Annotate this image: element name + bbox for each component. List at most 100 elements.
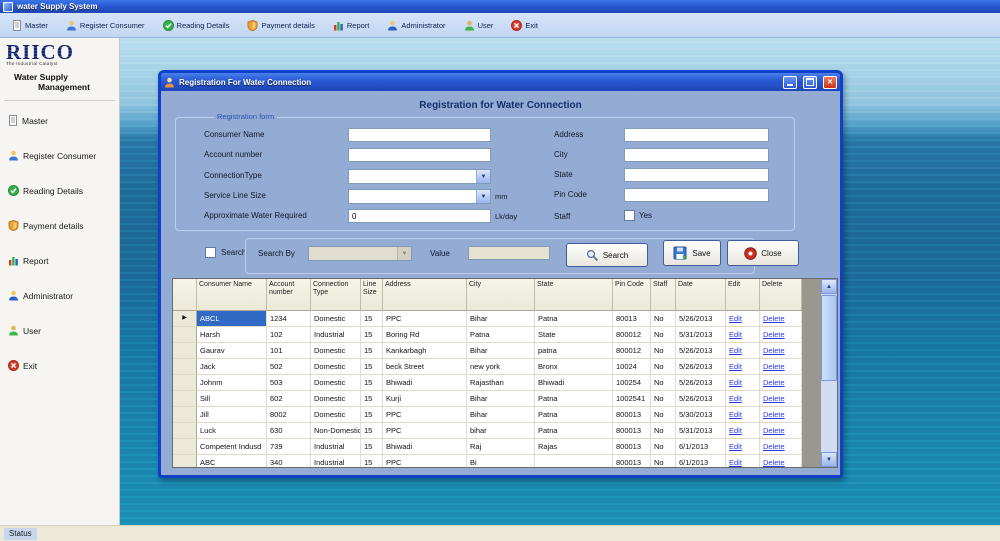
cell-consumer-name[interactable]: Johnm — [197, 375, 267, 391]
sidebar-item-register-consumer[interactable]: Register Consumer — [8, 150, 119, 161]
cell-address[interactable]: Bhiwadi — [383, 439, 467, 455]
cell-staff[interactable]: No — [651, 391, 676, 407]
row-selector[interactable] — [173, 359, 197, 375]
cell-pin-code[interactable]: 800013 — [613, 407, 651, 423]
menu-item-master[interactable]: Master — [6, 18, 54, 33]
cell-address[interactable]: PPC — [383, 423, 467, 439]
column-header-delete[interactable]: Delete — [760, 279, 802, 311]
column-header-address[interactable]: Address — [383, 279, 467, 311]
menu-item-exit[interactable]: Exit — [505, 18, 544, 33]
cell-account-number[interactable]: 739 — [267, 439, 311, 455]
cell-line-size[interactable]: 15 — [361, 359, 383, 375]
cell-staff[interactable]: No — [651, 455, 676, 468]
cell-pin-code[interactable]: 10024 — [613, 359, 651, 375]
cell-pin-code[interactable]: 800013 — [613, 423, 651, 439]
delete-link[interactable]: Delete — [760, 359, 802, 375]
column-header-line-size[interactable]: Line Size — [361, 279, 383, 311]
cell-consumer-name[interactable]: Sill — [197, 391, 267, 407]
cell-address[interactable]: beck Street — [383, 359, 467, 375]
delete-link[interactable]: Delete — [760, 375, 802, 391]
cell-consumer-name[interactable]: Gaurav — [197, 343, 267, 359]
cell-city[interactable]: Bihar — [467, 311, 535, 327]
scroll-up-icon[interactable]: ▲ — [821, 279, 837, 294]
cell-address[interactable]: PPC — [383, 407, 467, 423]
cell-line-size[interactable]: 15 — [361, 455, 383, 468]
cell-connection-type[interactable]: Non-Domestic — [311, 423, 361, 439]
cell-date[interactable]: 5/26/2013 — [676, 375, 726, 391]
sidebar-item-administrator[interactable]: Administrator — [8, 290, 119, 301]
cell-staff[interactable]: No — [651, 439, 676, 455]
sidebar-item-master[interactable]: Master — [8, 115, 119, 126]
cell-city[interactable]: Raj — [467, 439, 535, 455]
sidebar-item-payment-details[interactable]: Payment details — [8, 220, 119, 231]
cell-city[interactable]: Bi — [467, 455, 535, 468]
search-checkbox[interactable] — [205, 247, 216, 258]
sidebar-item-user[interactable]: User — [8, 325, 119, 336]
cell-state[interactable]: Bhiwadi — [535, 375, 613, 391]
edit-link[interactable]: Edit — [726, 327, 760, 343]
row-selector[interactable] — [173, 423, 197, 439]
cell-consumer-name[interactable]: Competent Indusd — [197, 439, 267, 455]
scroll-down-icon[interactable]: ▼ — [821, 452, 837, 467]
cell-connection-type[interactable]: Domestic — [311, 407, 361, 423]
cell-state[interactable]: patna — [535, 343, 613, 359]
column-header-date[interactable]: Date — [676, 279, 726, 311]
cell-pin-code[interactable]: 800012 — [613, 343, 651, 359]
cell-consumer-name[interactable]: ABCL — [197, 311, 267, 327]
cell-connection-type[interactable]: Industrial — [311, 439, 361, 455]
cell-line-size[interactable]: 15 — [361, 439, 383, 455]
maximize-button[interactable] — [803, 76, 817, 89]
consumer-name-input[interactable] — [348, 128, 491, 142]
address-input[interactable] — [624, 128, 769, 142]
cell-city[interactable]: Bihar — [467, 407, 535, 423]
cell-connection-type[interactable]: Domestic — [311, 375, 361, 391]
save-button[interactable]: Save — [663, 240, 721, 266]
delete-link[interactable]: Delete — [760, 391, 802, 407]
cell-city[interactable]: bihar — [467, 423, 535, 439]
cell-date[interactable]: 6/1/2013 — [676, 439, 726, 455]
menu-item-reading-details[interactable]: Reading Details — [157, 18, 236, 33]
cell-account-number[interactable]: 502 — [267, 359, 311, 375]
cell-line-size[interactable]: 15 — [361, 423, 383, 439]
cell-connection-type[interactable]: Domestic — [311, 391, 361, 407]
minimize-button[interactable] — [783, 76, 797, 89]
cell-city[interactable]: new york — [467, 359, 535, 375]
cell-pin-code[interactable]: 1002541 — [613, 391, 651, 407]
search-value-input[interactable] — [468, 246, 550, 260]
menu-item-register-consumer[interactable]: Register Consumer — [60, 18, 151, 33]
cell-pin-code[interactable]: 800012 — [613, 327, 651, 343]
edit-link[interactable]: Edit — [726, 375, 760, 391]
cell-city[interactable]: Patna — [467, 327, 535, 343]
cell-line-size[interactable]: 15 — [361, 391, 383, 407]
column-header-consumer-name[interactable]: Consumer Name — [197, 279, 267, 311]
cell-connection-type[interactable]: Industrial — [311, 455, 361, 468]
cell-address[interactable]: PPC — [383, 455, 467, 468]
close-button[interactable]: Close — [727, 240, 799, 266]
cell-staff[interactable]: No — [651, 311, 676, 327]
row-selector[interactable] — [173, 391, 197, 407]
column-header-edit[interactable]: Edit — [726, 279, 760, 311]
cell-state[interactable]: State — [535, 327, 613, 343]
cell-account-number[interactable]: 503 — [267, 375, 311, 391]
cell-address[interactable]: PPC — [383, 311, 467, 327]
approximate-water-required-input[interactable]: 0 — [348, 209, 491, 223]
edit-link[interactable]: Edit — [726, 455, 760, 468]
cell-date[interactable]: 5/26/2013 — [676, 311, 726, 327]
edit-link[interactable]: Edit — [726, 423, 760, 439]
cell-consumer-name[interactable]: Jill — [197, 407, 267, 423]
row-selector[interactable]: ▶ — [173, 311, 197, 327]
cell-city[interactable]: Rajasthan — [467, 375, 535, 391]
menu-item-user[interactable]: User — [458, 18, 500, 33]
service-line-size-select[interactable]: ▼ — [348, 189, 491, 204]
column-header-account-number[interactable]: Account number — [267, 279, 311, 311]
scrollbar-thumb[interactable] — [821, 295, 837, 381]
cell-line-size[interactable]: 15 — [361, 407, 383, 423]
cell-account-number[interactable]: 630 — [267, 423, 311, 439]
cell-staff[interactable]: No — [651, 423, 676, 439]
cell-staff[interactable]: No — [651, 327, 676, 343]
cell-consumer-name[interactable]: Jack — [197, 359, 267, 375]
cell-line-size[interactable]: 15 — [361, 375, 383, 391]
pin-code-input[interactable] — [624, 188, 769, 202]
cell-date[interactable]: 5/31/2013 — [676, 327, 726, 343]
edit-link[interactable]: Edit — [726, 343, 760, 359]
